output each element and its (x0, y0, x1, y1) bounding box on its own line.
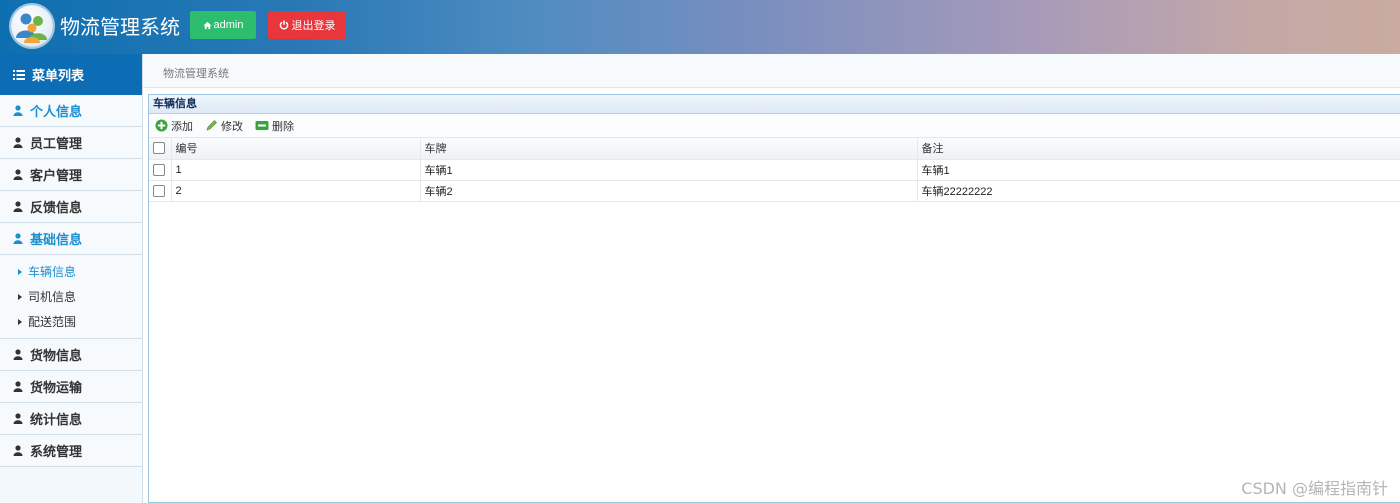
cell-id: 1 (171, 159, 421, 181)
caret-right-icon (18, 318, 22, 325)
select-all-checkbox[interactable] (153, 142, 165, 155)
cell-remark: 车辆22222222 (917, 180, 1400, 202)
sidebar-subitem-delivery-range[interactable]: 配送范围 (0, 309, 142, 334)
pencil-icon (206, 120, 217, 131)
row-checkbox[interactable] (153, 184, 165, 197)
column-header-plate[interactable]: 车牌 (420, 138, 918, 160)
user-icon (13, 349, 23, 360)
sidebar-subitem-label: 配送范围 (28, 315, 77, 329)
watermark: CSDN @编程指南针 (1241, 479, 1388, 498)
sidebar-item-basic-info[interactable]: 基础信息 (0, 223, 142, 255)
cell-remark: 车辆1 (917, 159, 1400, 181)
menu-list-title: 菜单列表 (32, 68, 85, 83)
logout-label: 退出登录 (291, 20, 336, 32)
user-icon (13, 233, 23, 244)
vehicle-table: 编号 车牌 备注 1 车辆1 车辆1 2 车辆2 车辆22222222 (149, 138, 1400, 202)
user-icon (13, 445, 23, 456)
cell-plate: 车辆2 (420, 180, 918, 202)
sidebar-item-label: 货物信息 (30, 348, 83, 363)
delete-button[interactable]: 删除 (255, 118, 294, 134)
table-header-row: 编号 车牌 备注 (149, 138, 1400, 160)
select-all-cell (149, 138, 172, 160)
column-header-remark[interactable]: 备注 (917, 138, 1400, 160)
logout-button[interactable]: 退出登录 (268, 11, 346, 39)
admin-label: admin (213, 19, 244, 31)
user-icon (13, 413, 23, 424)
user-icon (13, 201, 23, 212)
sidebar-subitem-vehicle-info[interactable]: 车辆信息 (0, 259, 142, 284)
basic-info-submenu: 车辆信息 司机信息 配送范围 (0, 255, 142, 339)
table-row[interactable]: 2 车辆2 车辆22222222 (149, 180, 1400, 202)
add-label: 添加 (171, 120, 193, 133)
sidebar-item-label: 反馈信息 (30, 200, 83, 215)
breadcrumb-bar: 物流管理系统 (143, 54, 1400, 88)
sidebar-item-label: 员工管理 (30, 136, 83, 151)
sidebar-item-customer-management[interactable]: 客户管理 (0, 159, 142, 191)
menu-list-header: 菜单列表 (0, 54, 142, 95)
sidebar-item-label: 系统管理 (30, 444, 83, 459)
sidebar-item-feedback[interactable]: 反馈信息 (0, 191, 142, 223)
vehicle-info-panel: 车辆信息 添加 修改 删除 编号 车牌 备注 1 车辆1 车辆1 2 车辆2 车… (148, 94, 1400, 503)
cell-plate: 车辆1 (420, 159, 918, 181)
sidebar: 菜单列表 个人信息 员工管理 客户管理 反馈信息 基础信息 车辆信息 司机信息 … (0, 54, 143, 503)
user-icon (13, 137, 23, 148)
sidebar-item-label: 统计信息 (30, 412, 83, 427)
top-header: 物流管理系统 admin 退出登录 (0, 0, 1400, 54)
edit-button[interactable]: 修改 (205, 118, 243, 134)
admin-button[interactable]: admin (190, 11, 256, 39)
table-row[interactable]: 1 车辆1 车辆1 (149, 159, 1400, 181)
sidebar-item-system-management[interactable]: 系统管理 (0, 435, 142, 467)
user-icon (13, 169, 23, 180)
add-icon (155, 119, 168, 132)
sidebar-item-label: 货物运输 (30, 380, 83, 395)
app-logo-icon (11, 5, 53, 47)
sidebar-item-label: 基础信息 (30, 232, 83, 247)
caret-right-icon (18, 293, 22, 300)
sidebar-subitem-driver-info[interactable]: 司机信息 (0, 284, 142, 309)
panel-title: 车辆信息 (149, 95, 1400, 114)
sidebar-item-personal-info[interactable]: 个人信息 (0, 95, 142, 127)
sidebar-item-label: 个人信息 (30, 104, 83, 119)
power-icon (279, 20, 288, 30)
home-icon (202, 21, 212, 29)
delete-label: 删除 (272, 120, 294, 133)
user-icon (13, 381, 23, 392)
sidebar-item-statistics[interactable]: 统计信息 (0, 403, 142, 435)
sidebar-subitem-label: 车辆信息 (28, 265, 77, 279)
column-header-id[interactable]: 编号 (171, 138, 421, 160)
sidebar-item-goods-transport[interactable]: 货物运输 (0, 371, 142, 403)
minus-icon (255, 121, 269, 130)
app-title: 物流管理系统 (60, 15, 180, 39)
row-select-cell (149, 159, 172, 181)
edit-label: 修改 (221, 120, 243, 133)
cell-id: 2 (171, 180, 421, 202)
sidebar-subitem-label: 司机信息 (28, 290, 77, 304)
row-checkbox[interactable] (153, 163, 165, 176)
sidebar-item-goods-info[interactable]: 货物信息 (0, 339, 142, 371)
breadcrumb: 物流管理系统 (163, 68, 229, 80)
list-icon (13, 69, 25, 80)
toolbar: 添加 修改 删除 (149, 114, 1400, 138)
sidebar-item-label: 客户管理 (30, 168, 83, 183)
user-icon (13, 105, 23, 116)
sidebar-item-employee-management[interactable]: 员工管理 (0, 127, 142, 159)
add-button[interactable]: 添加 (155, 118, 193, 134)
row-select-cell (149, 180, 172, 202)
caret-right-icon (18, 268, 22, 275)
